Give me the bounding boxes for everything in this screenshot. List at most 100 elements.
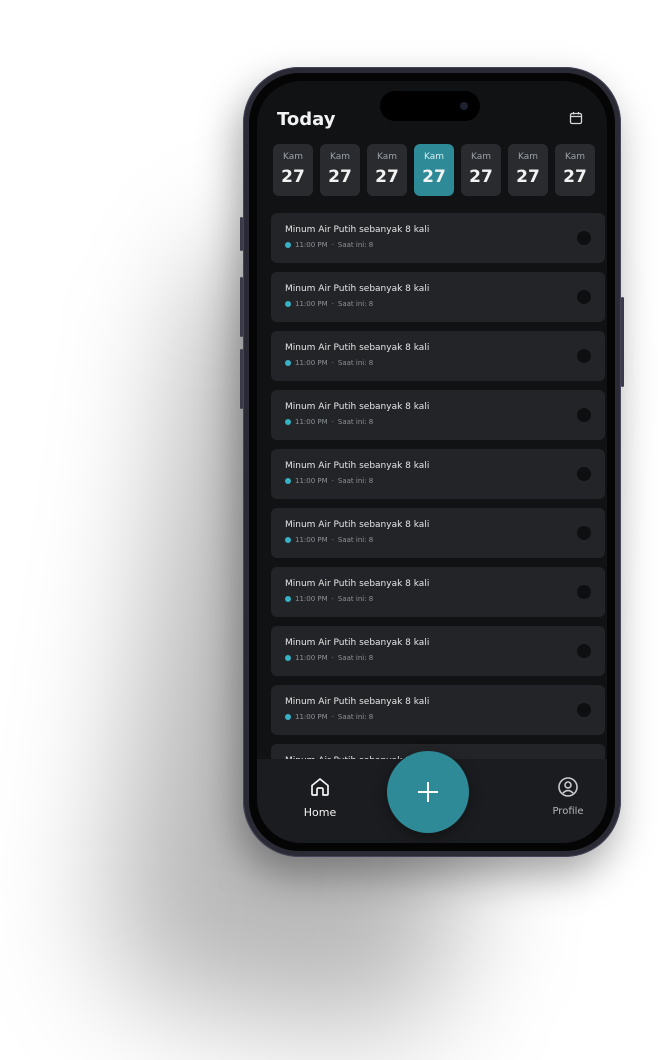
task-meta: 11:00 PM·Saat ini: 8 [285, 358, 373, 368]
time-dot-icon [285, 301, 291, 307]
task-checkbox[interactable] [577, 408, 591, 422]
task-meta: 11:00 PM·Saat ini: 8 [285, 653, 373, 663]
task-note: Saat ini: 8 [337, 300, 374, 308]
date-chip[interactable]: Kam 27 [461, 144, 501, 196]
task-checkbox[interactable] [577, 231, 591, 245]
task-time: 11:00 PM [295, 595, 328, 603]
task-item[interactable]: Minum Air Putih sebanyak 8 kali 11:00 PM·… [271, 213, 605, 263]
date-chip-day: Kam [517, 152, 539, 162]
task-title: Minum Air Putih sebanyak 8 kali [285, 520, 430, 530]
task-checkbox[interactable] [577, 585, 591, 599]
task-note: Saat ini: 8 [337, 536, 374, 544]
meta-separator: · [331, 300, 334, 308]
task-note: Saat ini: 8 [337, 713, 374, 721]
date-chip[interactable]: Kam 27 [555, 144, 595, 196]
task-item[interactable]: Minum Air Putih sebanyak 8 kali 11:00 PM·… [271, 567, 605, 617]
date-chip[interactable]: Kam 27 [414, 144, 454, 196]
task-note: Saat ini: 8 [337, 418, 374, 426]
task-checkbox[interactable] [577, 644, 591, 658]
time-dot-icon [285, 242, 291, 248]
date-chip-day: Kam [564, 152, 586, 162]
time-dot-icon [285, 596, 291, 602]
time-dot-icon [285, 419, 291, 425]
task-title: Minum Air Putih sebanyak 8 kali [285, 402, 430, 412]
app-screen: Today Kam 27 Kam 27 Kam 27 Kam 27 Kam 27 Kam 27 Kam 2… [257, 81, 607, 843]
dynamic-island [380, 91, 480, 121]
home-icon [311, 778, 329, 796]
task-title: Minum Air Putih sebanyak 8 kali [285, 225, 430, 235]
task-note: Saat ini: 8 [337, 359, 374, 367]
meta-separator: · [331, 536, 334, 544]
meta-separator: · [331, 418, 334, 426]
nav-home-label: Home [303, 806, 337, 819]
date-chip-number: 27 [281, 167, 305, 187]
task-list: Minum Air Putih sebanyak 8 kali 11:00 PM ·… [271, 213, 605, 773]
plus-icon [418, 782, 438, 802]
task-time: 11:00 PM [295, 536, 328, 544]
task-time: 11:00 PM [295, 241, 328, 249]
task-title: Minum Air Putih sebanyak 8 kali [285, 638, 430, 648]
meta-separator: · [331, 713, 334, 721]
task-meta: 11:00 PM·Saat ini: 8 [285, 535, 373, 545]
camera-lens [460, 102, 468, 110]
phone-frame: Today Kam 27 Kam 27 Kam 27 Kam 27 Kam 27 Kam 27 Kam 2… [240, 67, 624, 857]
task-note: Saat ini: 8 [337, 477, 374, 485]
date-chip-number: 27 [422, 167, 446, 187]
calendar-icon[interactable] [569, 111, 583, 125]
task-time: 11:00 PM [295, 418, 328, 426]
date-chip-day: Kam [376, 152, 398, 162]
nav-profile-button[interactable]: Profile [543, 775, 593, 817]
date-chip-number: 27 [469, 167, 493, 187]
task-item[interactable]: Minum Air Putih sebanyak 8 kali 11:00 PM·… [271, 626, 605, 676]
task-item[interactable]: Minum Air Putih sebanyak 8 kali 11:00 PM·… [271, 272, 605, 322]
date-chip-day: Kam [423, 152, 445, 162]
task-meta: 11:00 PM·Saat ini: 8 [285, 476, 373, 486]
task-title: Minum Air Putih sebanyak 8 kali [285, 579, 430, 589]
meta-separator: · [331, 595, 334, 603]
task-title: Minum Air Putih sebanyak 8 kali [285, 697, 430, 707]
page-title: Today [277, 109, 336, 130]
nav-home-button[interactable]: Home [295, 775, 345, 819]
meta-separator: · [331, 241, 334, 249]
task-time: 11:00 PM [295, 713, 328, 721]
date-chip[interactable]: Kam 27 [367, 144, 407, 196]
side-button-silent [240, 217, 243, 251]
task-meta: 11:00 PM·Saat ini: 8 [285, 712, 373, 722]
task-item[interactable]: Minum Air Putih sebanyak 8 kali 11:00 PM·… [271, 390, 605, 440]
add-task-button[interactable] [387, 751, 469, 833]
task-checkbox[interactable] [577, 349, 591, 363]
date-chip-day: Kam [282, 152, 304, 162]
task-meta: 11:00 PM·Saat ini: 8 [285, 240, 373, 250]
phone-bezel: Today Kam 27 Kam 27 Kam 27 Kam 27 Kam 27 Kam 27 Kam 2… [249, 73, 615, 851]
task-checkbox[interactable] [577, 467, 591, 481]
task-checkbox[interactable] [577, 703, 591, 717]
task-item[interactable]: Minum Air Putih sebanyak 8 kali 11:00 PM·… [271, 449, 605, 499]
task-time: 11:00 PM [295, 477, 328, 485]
task-title: Minum Air Putih sebanyak 8 kali [285, 343, 430, 353]
date-chip[interactable]: Kam 27 [320, 144, 360, 196]
date-chip[interactable]: Kam 27 [508, 144, 548, 196]
date-chip-day: Kam [329, 152, 351, 162]
task-title: Minum Air Putih sebanyak 8 kali [285, 284, 430, 294]
time-dot-icon [285, 655, 291, 661]
date-chip-number: 27 [563, 167, 587, 187]
task-title: Minum Air Putih sebanyak 8 kali [285, 461, 430, 471]
date-chip-number: 27 [375, 167, 399, 187]
date-chip-number: 27 [328, 167, 352, 187]
task-time: 11:00 PM [295, 300, 328, 308]
task-meta: 11:00 PM·Saat ini: 8 [285, 417, 373, 427]
task-checkbox[interactable] [577, 526, 591, 540]
meta-separator: · [331, 477, 334, 485]
date-chip[interactable]: Kam 27 [273, 144, 313, 196]
task-note: Saat ini: 8 [337, 595, 374, 603]
task-item[interactable]: Minum Air Putih sebanyak 8 kali 11:00 PM·… [271, 508, 605, 558]
time-dot-icon [285, 478, 291, 484]
task-checkbox[interactable] [577, 290, 591, 304]
task-item[interactable]: Minum Air Putih sebanyak 8 kali 11:00 PM·… [271, 685, 605, 735]
time-dot-icon [285, 537, 291, 543]
time-dot-icon [285, 714, 291, 720]
task-meta: 11:00 PM·Saat ini: 8 [285, 299, 373, 309]
date-chip-day: Kam [470, 152, 492, 162]
task-meta: 11:00 PM·Saat ini: 8 [285, 594, 373, 604]
task-item[interactable]: Minum Air Putih sebanyak 8 kali 11:00 PM·… [271, 331, 605, 381]
